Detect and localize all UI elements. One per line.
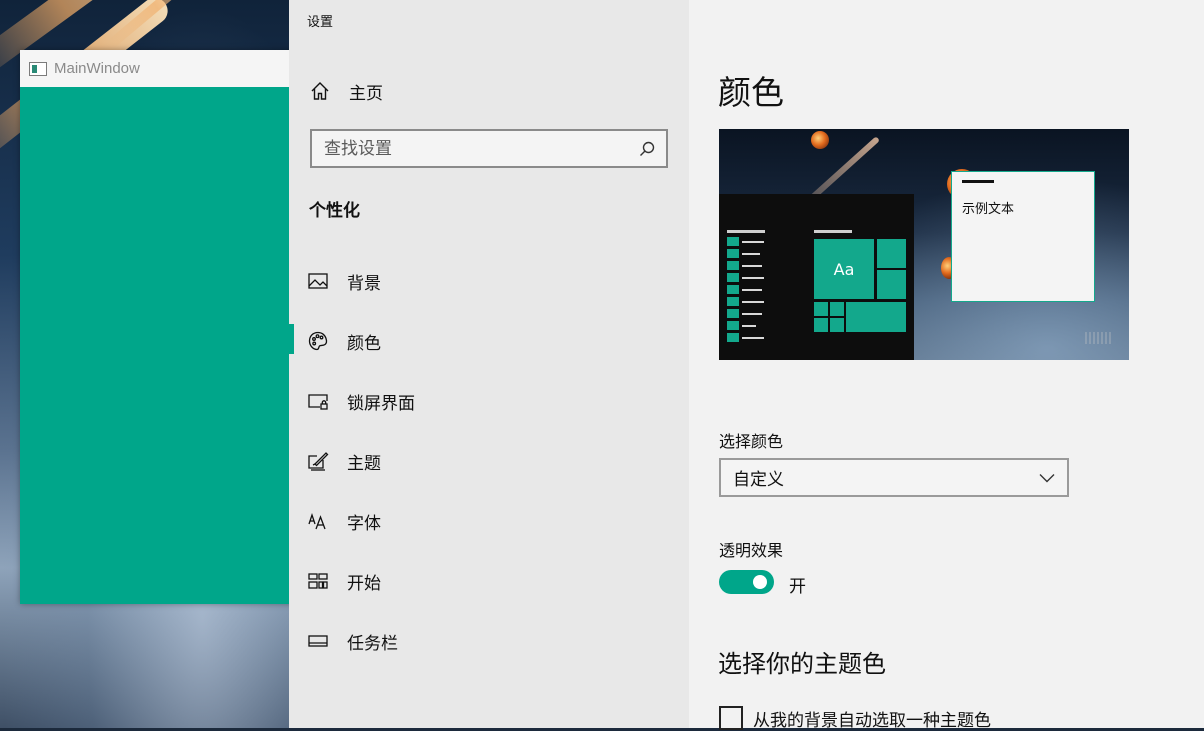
preview-menu-line bbox=[742, 277, 764, 279]
preview-menu-line bbox=[742, 301, 764, 303]
font-icon bbox=[307, 510, 329, 532]
nav-item-fonts[interactable]: 字体 bbox=[307, 506, 381, 536]
preview-sample-window: 示例文本 bbox=[951, 171, 1095, 302]
preview-menu-icon bbox=[727, 297, 739, 306]
preview-tile bbox=[877, 239, 906, 268]
preview-tile bbox=[830, 302, 844, 316]
search-icon[interactable] bbox=[638, 140, 656, 158]
settings-content-pane: 颜色 Aa 示例文本 选择颜色 自定义 透明效果 开 选择你的主题色 从我的背景… bbox=[689, 0, 1204, 731]
search-box[interactable] bbox=[310, 129, 668, 168]
nav-item-start[interactable]: 开始 bbox=[307, 566, 381, 596]
preview-menu-line bbox=[742, 289, 762, 291]
preview-tile bbox=[877, 270, 906, 299]
preview-menu-icon bbox=[727, 309, 739, 318]
transparency-toggle[interactable] bbox=[719, 570, 774, 594]
page-title: 颜色 bbox=[718, 73, 784, 112]
preview-tile-aa: Aa bbox=[814, 239, 874, 299]
main-window-title: MainWindow bbox=[54, 60, 140, 77]
start-icon bbox=[307, 570, 329, 592]
preview-meteor bbox=[811, 131, 829, 149]
color-preview: Aa 示例文本 bbox=[719, 129, 1129, 360]
nav-item-background[interactable]: 背景 bbox=[307, 266, 381, 296]
nav-home[interactable]: 主页 bbox=[309, 76, 383, 106]
preview-tile bbox=[814, 302, 828, 316]
preview-tiles-header bbox=[814, 230, 852, 233]
taskbar-icon bbox=[307, 630, 329, 652]
search-input[interactable] bbox=[312, 130, 638, 167]
preview-start-menu: Aa bbox=[719, 194, 914, 360]
preview-menu-icon bbox=[727, 261, 739, 270]
choose-color-dropdown[interactable]: 自定义 bbox=[719, 458, 1069, 497]
transparency-label: 透明效果 bbox=[719, 541, 784, 560]
preview-sample-titlebar bbox=[962, 180, 994, 183]
theme-icon bbox=[307, 450, 329, 472]
settings-nav-pane: 设置 主页 个性化 背景 颜色 bbox=[289, 0, 689, 728]
nav-item-label: 背景 bbox=[347, 273, 381, 294]
preview-menu-line bbox=[742, 325, 756, 327]
preview-menu-line bbox=[742, 265, 762, 267]
preview-menu-icon bbox=[727, 333, 739, 342]
app-window-icon bbox=[29, 61, 47, 76]
preview-sample-text: 示例文本 bbox=[962, 202, 1015, 217]
preview-menu-line bbox=[742, 241, 764, 243]
auto-pick-accent-label: 从我的背景自动选取一种主题色 bbox=[753, 711, 991, 731]
choose-color-value: 自定义 bbox=[733, 470, 784, 490]
nav-item-label: 开始 bbox=[347, 573, 381, 594]
nav-item-taskbar[interactable]: 任务栏 bbox=[307, 626, 398, 656]
preview-menu-icon bbox=[727, 321, 739, 330]
nav-item-label: 任务栏 bbox=[347, 633, 398, 654]
section-heading-personalization: 个性化 bbox=[309, 201, 360, 221]
preview-menu-icon bbox=[727, 285, 739, 294]
lock-screen-icon bbox=[307, 390, 329, 412]
picture-icon bbox=[307, 270, 329, 292]
preview-menu-line bbox=[742, 313, 762, 315]
nav-item-label: 字体 bbox=[347, 513, 381, 534]
preview-menu-icon bbox=[727, 249, 739, 258]
preview-menu-icon bbox=[727, 273, 739, 282]
nav-item-label: 颜色 bbox=[347, 333, 381, 354]
nav-home-label: 主页 bbox=[349, 83, 383, 104]
nav-item-label: 主题 bbox=[347, 453, 381, 474]
preview-tile bbox=[846, 302, 906, 332]
auto-pick-accent-checkbox[interactable] bbox=[719, 706, 743, 730]
nav-item-colors[interactable]: 颜色 bbox=[307, 326, 381, 356]
home-icon bbox=[309, 80, 331, 102]
main-window-titlebar[interactable]: MainWindow bbox=[20, 50, 300, 87]
transparency-state: 开 bbox=[789, 577, 806, 597]
preview-tile bbox=[830, 318, 844, 332]
nav-item-lock-screen[interactable]: 锁屏界面 bbox=[307, 386, 415, 416]
nav-item-label: 锁屏界面 bbox=[347, 393, 415, 414]
preview-tile bbox=[814, 318, 828, 332]
choose-color-label: 选择颜色 bbox=[719, 432, 784, 451]
preview-menu-line bbox=[742, 253, 760, 255]
accent-color-heading: 选择你的主题色 bbox=[718, 650, 886, 678]
toggle-knob bbox=[753, 575, 767, 589]
settings-app-title: 设置 bbox=[307, 15, 334, 30]
palette-icon bbox=[307, 330, 329, 352]
preview-menu-line bbox=[742, 337, 764, 339]
selected-indicator bbox=[289, 324, 294, 354]
nav-item-themes[interactable]: 主题 bbox=[307, 446, 381, 476]
chevron-down-icon bbox=[1039, 473, 1055, 482]
preview-menu-icon bbox=[727, 237, 739, 246]
preview-taskbar-tray bbox=[1085, 332, 1113, 344]
preview-menu-header bbox=[727, 230, 765, 233]
main-window[interactable]: MainWindow bbox=[20, 50, 300, 604]
